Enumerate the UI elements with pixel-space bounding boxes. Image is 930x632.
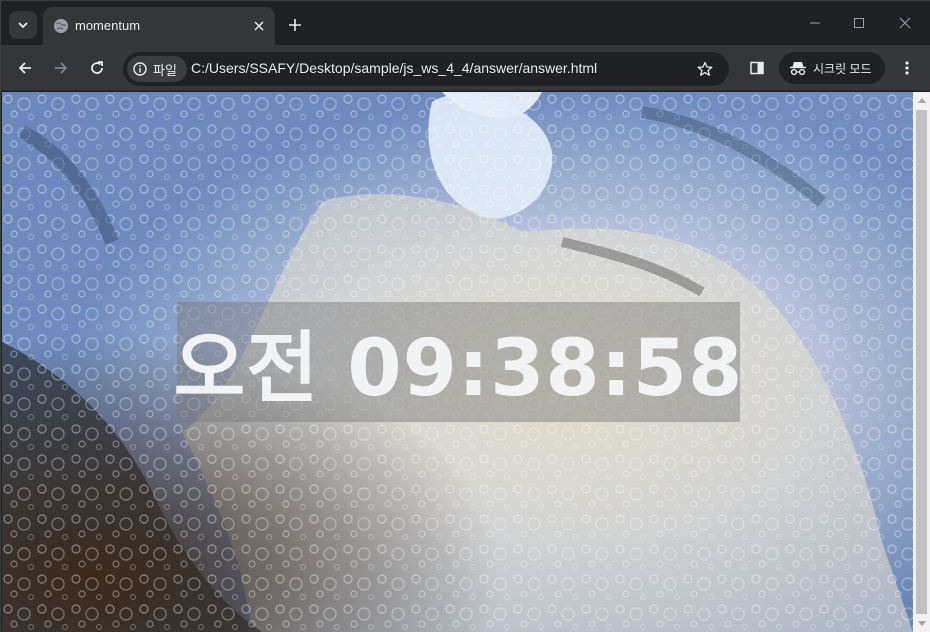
back-button[interactable] <box>11 54 39 82</box>
arrow-left-icon <box>18 62 31 74</box>
incognito-icon <box>790 62 806 76</box>
plus-icon <box>289 19 301 31</box>
forward-button[interactable] <box>47 54 75 82</box>
tab-title: momentum <box>75 18 141 33</box>
close-icon <box>254 21 264 31</box>
reload-button[interactable] <box>83 54 111 82</box>
browser-window: momentum 파일 C:/Users/SSAFY/Desktop/sampl… <box>0 0 930 632</box>
tab-close-button[interactable] <box>249 16 269 36</box>
star-icon <box>697 61 713 76</box>
chevron-down-icon <box>18 22 28 29</box>
page-viewport: 오전 09:38:58 <box>2 92 913 632</box>
close-icon <box>899 17 911 29</box>
maximize-icon <box>854 18 864 28</box>
info-icon <box>133 62 147 76</box>
page-scrollbar[interactable] <box>913 92 930 632</box>
maximize-button[interactable] <box>839 9 879 37</box>
window-close-button[interactable] <box>885 9 925 37</box>
arrow-right-icon <box>55 62 68 74</box>
reload-icon <box>91 61 103 74</box>
more-vertical-icon <box>905 61 909 75</box>
site-chip-label: 파일 <box>153 62 177 78</box>
clock-panel: 오전 09:38:58 <box>174 302 742 422</box>
tab-search-button[interactable] <box>9 11 37 39</box>
minimize-button[interactable] <box>795 9 835 37</box>
side-panel-button[interactable] <box>743 54 771 82</box>
menu-button[interactable] <box>895 54 919 82</box>
tab-strip: momentum <box>1 1 930 45</box>
incognito-indicator[interactable]: 시크릿 모드 <box>779 52 885 84</box>
new-tab-button[interactable] <box>283 13 307 37</box>
scroll-down-button[interactable] <box>913 616 930 632</box>
clock-time: 오전 09:38:58 <box>173 324 744 414</box>
tab-momentum[interactable]: momentum <box>43 7 275 45</box>
arrow-down-icon <box>917 621 926 626</box>
scroll-thumb[interactable] <box>916 110 927 614</box>
arrow-up-icon <box>917 98 926 103</box>
minimize-icon <box>810 22 820 24</box>
side-panel-icon <box>750 61 764 75</box>
globe-icon <box>54 19 68 33</box>
bookmark-button[interactable] <box>693 57 717 81</box>
incognito-label: 시크릿 모드 <box>813 61 872 76</box>
scroll-up-button[interactable] <box>913 92 930 108</box>
url-text[interactable]: C:/Users/SSAFY/Desktop/sample/js_ws_4_4/… <box>191 60 597 76</box>
browser-toolbar: 파일 C:/Users/SSAFY/Desktop/sample/js_ws_4… <box>1 45 930 91</box>
site-info-chip[interactable]: 파일 <box>127 56 187 82</box>
address-bar[interactable]: 파일 C:/Users/SSAFY/Desktop/sample/js_ws_4… <box>123 52 729 86</box>
